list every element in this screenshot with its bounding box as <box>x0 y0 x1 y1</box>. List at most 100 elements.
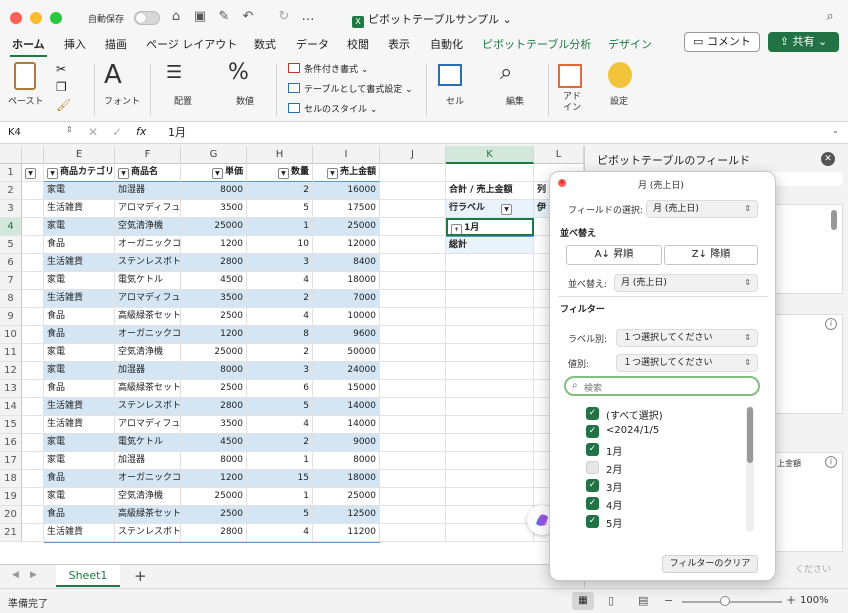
grid-cell[interactable]: 食品 <box>44 308 115 326</box>
grid-cell[interactable]: 16000 <box>313 182 380 200</box>
format-as-table-button[interactable]: テーブルとして書式設定 ⌄ <box>288 82 413 95</box>
grid-cell[interactable]: 4 <box>247 308 313 326</box>
prev-sheet-icon[interactable]: ◀ <box>12 570 19 580</box>
column-header-l[interactable]: L <box>534 146 584 164</box>
row-header[interactable]: 9 <box>0 308 22 326</box>
filter-item[interactable]: ✓ 5月 <box>586 514 746 530</box>
home-icon[interactable]: ⌂ <box>168 9 184 25</box>
grid-cell[interactable]: 8000 <box>181 182 247 200</box>
grid-cell[interactable]: 4 <box>247 416 313 434</box>
redo-icon[interactable]: ↻ <box>276 9 292 25</box>
grid-cell[interactable]: 生活雑貨 <box>44 254 115 272</box>
grid-cell[interactable] <box>22 434 44 452</box>
grid-cell[interactable]: オーガニックコ· <box>115 326 181 344</box>
grid-cell[interactable]: 4500 <box>181 434 247 452</box>
row-header[interactable]: 13 <box>0 380 22 398</box>
grid-cell[interactable]: 25000 <box>313 488 380 506</box>
grid-cell[interactable]: 5 <box>247 200 313 218</box>
checkbox-checked[interactable]: ✓ <box>586 425 599 438</box>
tab-formulas[interactable]: 数式 <box>252 36 278 52</box>
grid-cell[interactable]: 24000 <box>313 362 380 380</box>
row-header[interactable]: 19 <box>0 488 22 506</box>
grid-cell[interactable]: 生活雑貨 <box>44 200 115 218</box>
grid-cell[interactable]: 4500 <box>181 272 247 290</box>
grid-cell[interactable]: 11200 <box>313 524 380 542</box>
grid-cell[interactable] <box>446 290 534 308</box>
row-header[interactable]: 15 <box>0 416 22 434</box>
grid-cell[interactable]: 4 <box>247 272 313 290</box>
grid-cell[interactable] <box>380 362 446 380</box>
cut-icon[interactable]: ✂ <box>56 62 66 76</box>
grid-cell[interactable]: 8 <box>247 326 313 344</box>
save-icon[interactable]: ▣ <box>192 9 208 25</box>
row-header[interactable]: 8 <box>0 290 22 308</box>
tab-insert[interactable]: 挿入 <box>62 36 88 52</box>
zoom-slider[interactable] <box>682 601 782 603</box>
grid-cell[interactable]: 9600 <box>313 326 380 344</box>
grid-cell[interactable] <box>22 254 44 272</box>
column-header-f[interactable]: F <box>115 146 181 164</box>
grid-cell[interactable] <box>22 506 44 524</box>
filter-item[interactable]: 2月 <box>586 460 746 476</box>
grid-cell[interactable]: 2 <box>247 182 313 200</box>
grid-cell[interactable]: 3500 <box>181 416 247 434</box>
format-painter-icon[interactable]: 🖌 <box>56 98 71 112</box>
sheet-tab-sheet1[interactable]: Sheet1 <box>56 565 120 587</box>
grid-cell[interactable]: 3500 <box>181 200 247 218</box>
grid-cell[interactable]: オーガニックコ· <box>115 236 181 254</box>
grid-cell[interactable] <box>446 524 534 542</box>
column-header-h[interactable]: H <box>247 146 313 164</box>
confirm-icon[interactable]: ✓ <box>112 125 122 139</box>
grid-cell[interactable]: 8000 <box>181 452 247 470</box>
font-icon[interactable]: A <box>104 60 122 90</box>
grid-cell[interactable]: 食品 <box>44 470 115 488</box>
pivot-filter-icon[interactable]: ▼ <box>501 204 513 215</box>
checkbox-checked[interactable]: ✓ <box>586 515 599 528</box>
grid-cell[interactable] <box>446 308 534 326</box>
grid-cell[interactable]: 家電 <box>44 488 115 506</box>
grid-cell[interactable]: 家電 <box>44 218 115 236</box>
grid-cell[interactable]: 10000 <box>313 308 380 326</box>
row-header[interactable]: 6 <box>0 254 22 272</box>
field-select[interactable]: 月 (売上日) ⇕ <box>646 200 758 218</box>
grid-cell[interactable] <box>380 416 446 434</box>
spreadsheet-grid[interactable]: E F G H I J K L 1 ▼ ▼ 商品カテゴリ ▼ 商品名 ▼ 単価 ▼ 数量 ▼ 売上金額… <box>0 146 584 564</box>
grid-cell[interactable]: 2 <box>247 434 313 452</box>
name-box[interactable]: K4 <box>4 125 74 141</box>
grid-cell[interactable] <box>446 452 534 470</box>
formula-expand-icon[interactable]: ⌄ <box>832 126 839 135</box>
grid-cell[interactable] <box>380 308 446 326</box>
page-break-view-icon[interactable]: ▤ <box>638 594 648 607</box>
row-header[interactable]: 17 <box>0 452 22 470</box>
grid-cell[interactable]: 1200 <box>181 326 247 344</box>
add-sheet-button[interactable]: + <box>134 567 147 585</box>
pivot-cell[interactable]: 行ラベル ▼ <box>446 200 534 218</box>
formula-input[interactable]: 1月 <box>168 125 186 141</box>
grid-cell[interactable]: 家電 <box>44 344 115 362</box>
normal-view-icon[interactable]: ▦ <box>572 592 594 610</box>
grid-cell[interactable]: 2800 <box>181 398 247 416</box>
pivot-cell[interactable]: 合計 / 売上金額 <box>446 182 534 200</box>
popup-close-icon[interactable]: × <box>558 179 566 187</box>
grid-cell[interactable] <box>380 434 446 452</box>
column-header-i[interactable]: I <box>313 146 380 164</box>
clear-filter-button[interactable]: フィルターのクリア <box>662 555 758 573</box>
grid-cell[interactable]: 2800 <box>181 254 247 272</box>
grid-cell[interactable]: 食品 <box>44 506 115 524</box>
tab-pivot-analyze[interactable]: ピボットテーブル分析 <box>480 36 593 52</box>
grid-cell[interactable]: 9000 <box>313 434 380 452</box>
grid-cell[interactable]: アロマディフュ· <box>115 200 181 218</box>
grid-cell[interactable] <box>446 488 534 506</box>
grid-cell[interactable]: 2800 <box>181 524 247 542</box>
row-header[interactable]: 5 <box>0 236 22 254</box>
grid-cell[interactable]: 8000 <box>313 452 380 470</box>
grid-cell[interactable]: 4 <box>247 524 313 542</box>
grid-cell[interactable] <box>22 380 44 398</box>
filter-dropdown-icon[interactable]: ▼ <box>277 168 289 179</box>
sort-ascending-button[interactable]: A↓ 昇順 <box>566 245 662 265</box>
filter-item[interactable]: ✓ 1月 <box>586 442 746 458</box>
checkbox-checked[interactable]: ✓ <box>586 497 599 510</box>
row-header[interactable]: 4 <box>0 218 22 236</box>
grid-cell[interactable] <box>380 164 446 182</box>
column-header-g[interactable]: G <box>181 146 247 164</box>
